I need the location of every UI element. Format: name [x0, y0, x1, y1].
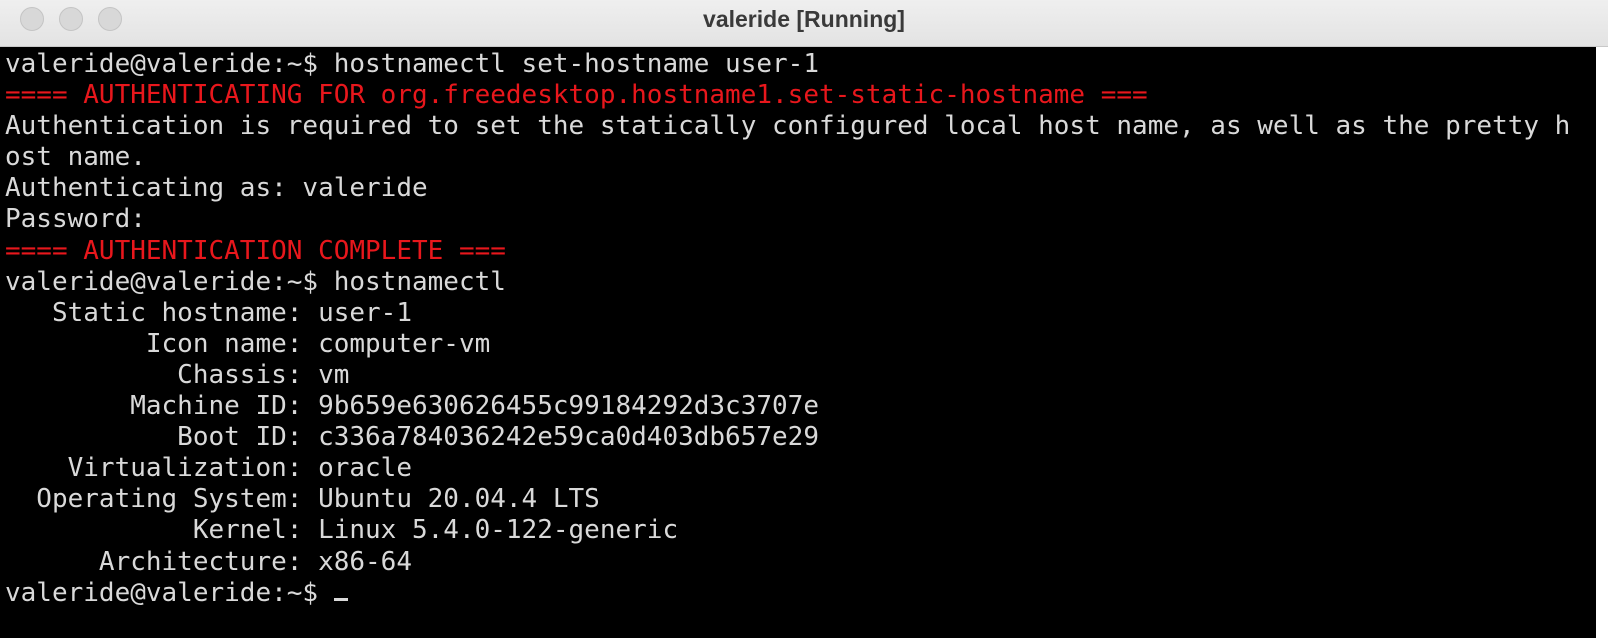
terminal-line: Machine ID: 9b659e630626455c99184292d3c3…	[5, 391, 819, 422]
terminal-line: ost name.	[5, 142, 146, 173]
text-cursor	[333, 597, 348, 601]
window-titlebar[interactable]: valeride [Running]	[0, 0, 1608, 47]
terminal-line: Static hostname: user-1	[5, 297, 412, 328]
terminal-line: Operating System: Ubuntu 20.04.4 LTS	[5, 484, 600, 515]
window-edge	[1596, 47, 1608, 638]
terminal-line: Authentication is required to set the st…	[5, 111, 1571, 142]
vm-window: valeride [Running] valeride@valeride:~$ …	[0, 0, 1608, 638]
terminal-line: Password:	[5, 204, 146, 235]
terminal-output[interactable]: valeride@valeride:~$ hostnamectl set-hos…	[5, 49, 1595, 638]
terminal-line: Boot ID: c336a784036242e59ca0d403db657e2…	[5, 422, 819, 453]
shell-prompt: valeride@valeride:~$	[5, 577, 334, 608]
terminal-line: Architecture: x86-64	[5, 546, 412, 577]
terminal-line: Icon name: computer-vm	[5, 328, 491, 359]
window-title: valeride [Running]	[703, 6, 905, 32]
terminal-line-auth-start: ==== AUTHENTICATING FOR org.freedesktop.…	[5, 80, 1148, 111]
terminal-line: Kernel: Linux 5.4.0-122-generic	[5, 515, 679, 546]
terminal-line-auth-complete: ==== AUTHENTICATION COMPLETE ===	[5, 235, 506, 266]
terminal-line: Chassis: vm	[5, 359, 350, 390]
terminal-prompt-line[interactable]: valeride@valeride:~$	[5, 578, 1595, 609]
terminal-line: Authenticating as: valeride	[5, 173, 428, 204]
terminal-line: valeride@valeride:~$ hostnamectl set-hos…	[5, 49, 819, 79]
terminal-line: Virtualization: oracle	[5, 453, 412, 484]
terminal-line: valeride@valeride:~$ hostnamectl	[5, 266, 506, 297]
